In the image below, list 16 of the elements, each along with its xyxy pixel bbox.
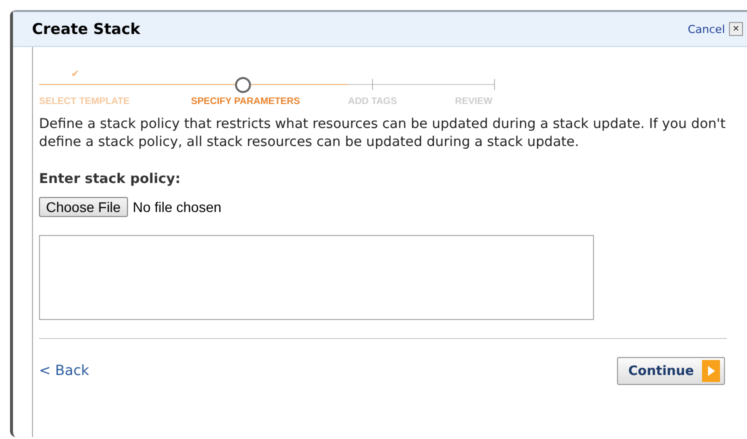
step-tick-icon xyxy=(494,79,495,90)
step-label: SPECIFY PARAMETERS xyxy=(191,96,301,107)
check-icon: ✔ xyxy=(71,69,80,80)
close-button[interactable]: × xyxy=(729,22,743,36)
back-link[interactable]: < Back xyxy=(39,363,90,379)
policy-text-area[interactable] xyxy=(39,235,594,320)
step-label: SELECT TEMPLATE xyxy=(39,96,131,107)
cancel-link[interactable]: Cancel xyxy=(688,22,725,36)
window-title: Create Stack xyxy=(32,20,142,38)
description: Define a stack policy that restricts what resources can be updated during a stack update. If you don't define a stack policy, all stack resources can be updated during a stack update. xyxy=(39,115,727,151)
current-step-icon xyxy=(235,77,251,93)
policy-label: Enter stack policy: xyxy=(39,171,182,187)
step-tick-icon xyxy=(372,79,373,90)
continue-button[interactable]: Continue xyxy=(617,357,725,385)
file-status: No file chosen xyxy=(132,199,222,215)
choose-file-button[interactable]: Choose File xyxy=(39,197,128,217)
